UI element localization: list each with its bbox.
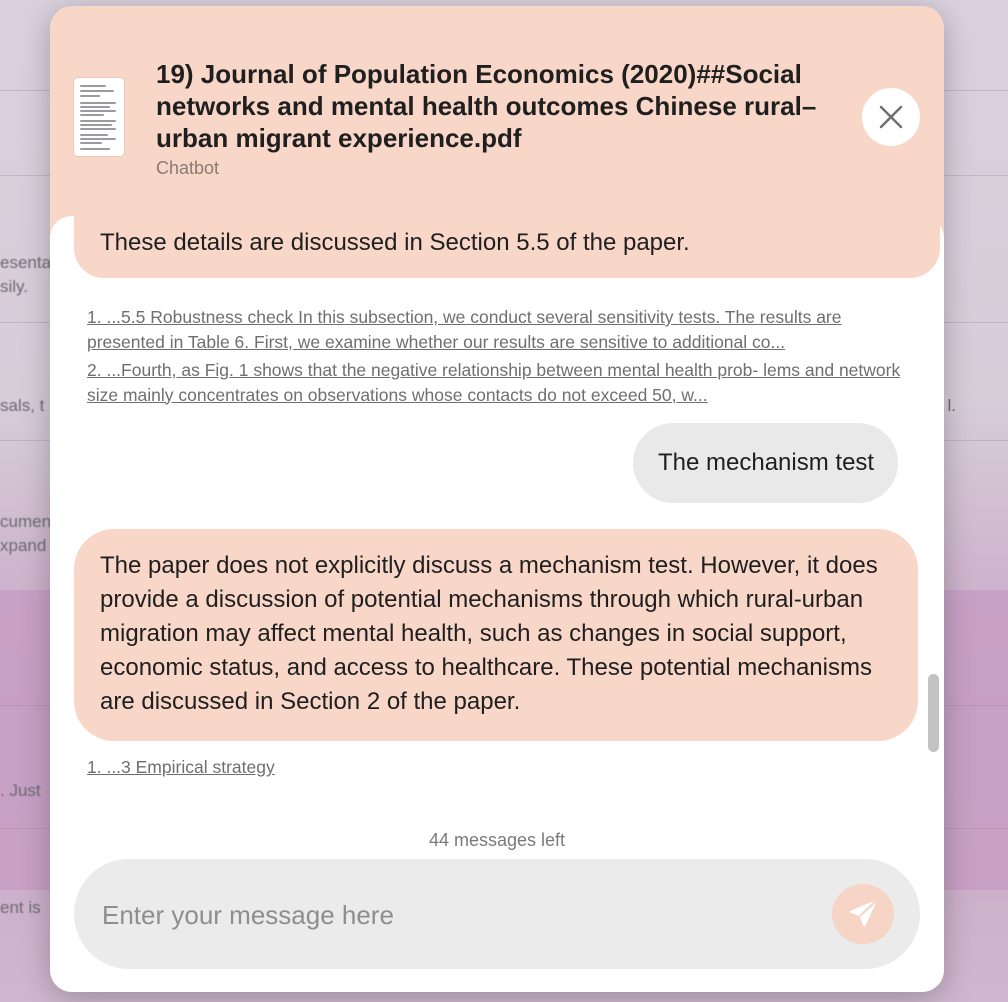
bot-message-text: These details are discussed in Section 5… xyxy=(100,229,690,256)
chat-panel: These details are discussed in Section 5… xyxy=(50,216,944,992)
messages-left-counter: 44 messages left xyxy=(428,830,566,850)
bg-text-fragment: . Just xyxy=(0,781,41,800)
source-link[interactable]: 1. ...5.5 Robustness check In this subse… xyxy=(87,305,909,354)
close-button[interactable] xyxy=(862,88,920,146)
bg-text-fragment: l. xyxy=(947,396,957,415)
bg-text-fragment: cumen xyxy=(0,512,52,531)
close-icon xyxy=(879,105,903,129)
document-title: 19) Journal of Population Economics (202… xyxy=(156,59,817,153)
bot-message-text: The paper does not explicitly discuss a … xyxy=(100,552,878,715)
bg-text-fragment: xpand xyxy=(0,536,47,555)
modal-header: 19) Journal of Population Economics (202… xyxy=(50,6,944,221)
document-thumbnail-icon xyxy=(74,78,124,156)
user-message: The mechanism test xyxy=(633,423,899,503)
bg-text-fragment: ent is xyxy=(0,898,41,917)
message-sources: 1. ...3 Empirical strategy xyxy=(87,755,909,780)
message-input[interactable] xyxy=(100,889,804,941)
user-message-text: The mechanism test xyxy=(658,449,875,476)
chat-scrollbar[interactable] xyxy=(928,674,939,752)
bot-message: These details are discussed in Section 5… xyxy=(74,216,940,278)
send-icon xyxy=(849,900,877,927)
bg-text-fragment: esenta xyxy=(0,253,52,272)
message-list[interactable]: These details are discussed in Section 5… xyxy=(50,216,944,806)
send-button[interactable] xyxy=(832,884,894,944)
bg-text-fragment: sals, t xyxy=(0,396,45,415)
modal-subtitle: Chatbot xyxy=(156,158,220,178)
source-link[interactable]: 2. ...Fourth, as Fig. 1 shows that the n… xyxy=(87,358,909,407)
bg-text-fragment: sily. xyxy=(0,277,29,296)
source-link[interactable]: 1. ...3 Empirical strategy xyxy=(87,757,275,777)
chatbot-modal: 19) Journal of Population Economics (202… xyxy=(50,6,944,992)
message-sources: 1. ...5.5 Robustness check In this subse… xyxy=(87,305,909,407)
message-composer xyxy=(74,859,920,969)
bot-message: The paper does not explicitly discuss a … xyxy=(74,529,918,741)
